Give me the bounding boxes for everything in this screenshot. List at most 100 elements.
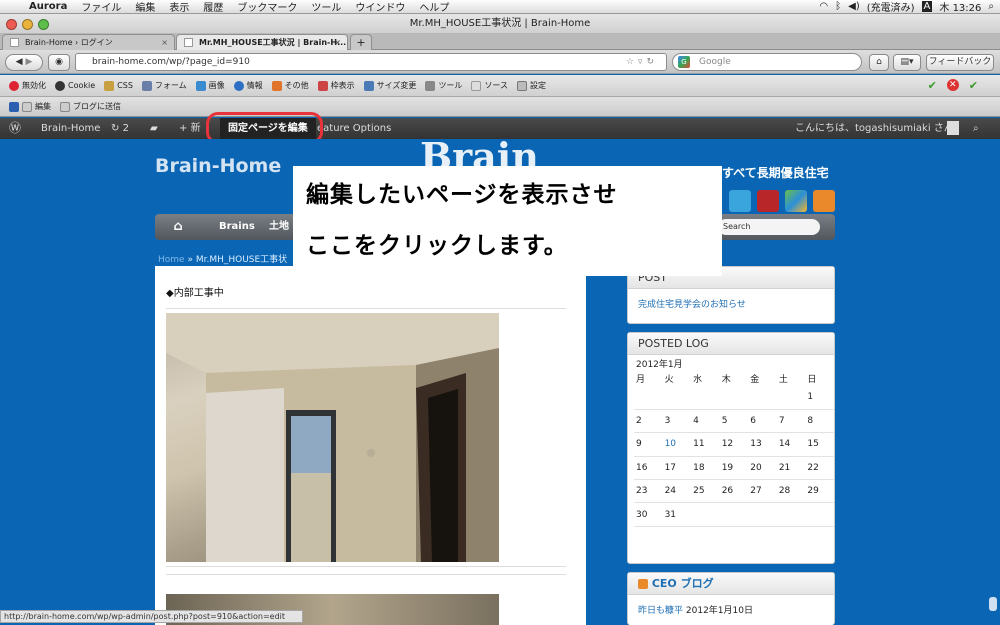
site-search-input[interactable]: Search xyxy=(718,219,820,235)
css-menu[interactable]: CSS xyxy=(104,80,133,91)
menu-bookmarks[interactable]: ブックマーク xyxy=(230,0,304,14)
new-content-item[interactable]: + 新 xyxy=(179,118,201,139)
divider xyxy=(166,566,566,567)
url-bar[interactable]: brain-home.com/wp/?page_id=910 ☆▿↻ xyxy=(75,53,667,71)
menu-tools[interactable]: ツール xyxy=(304,0,348,14)
calendar-day[interactable]: 10 xyxy=(662,432,692,457)
bluetooth-icon[interactable]: ᛒ xyxy=(835,1,841,12)
close-tab-icon[interactable]: × xyxy=(161,35,168,50)
breadcrumb-home[interactable]: Home xyxy=(158,255,185,265)
form-menu[interactable]: フォーム xyxy=(141,80,187,91)
nav-home-icon[interactable]: ⌂ xyxy=(165,218,191,236)
widget-title: CEO ブログ xyxy=(628,573,834,595)
menu-history[interactable]: 履歴 xyxy=(196,0,230,14)
error-icon[interactable]: ✕ xyxy=(946,79,959,91)
menu-window[interactable]: ウインドウ xyxy=(348,0,412,14)
input-method-indicator[interactable]: A xyxy=(921,1,933,12)
close-window-button[interactable] xyxy=(6,19,17,30)
bookmarks-menu-button[interactable]: ▤▾ xyxy=(893,54,921,71)
spotlight-icon[interactable]: ⌕ xyxy=(988,1,994,12)
bookmark-star-icon[interactable]: ☆▿↻ xyxy=(626,54,658,70)
calendar-empty-cell xyxy=(719,386,749,410)
google-icon[interactable]: G xyxy=(678,56,690,68)
calendar-day: 18 xyxy=(691,456,720,481)
info-menu[interactable]: 情報 xyxy=(233,80,263,91)
menu-view[interactable]: 表示 xyxy=(162,0,196,14)
admin-search-icon[interactable]: ⌕ xyxy=(973,118,979,139)
tools-menu[interactable]: ツール xyxy=(425,80,462,91)
misc-menu[interactable]: その他 xyxy=(271,80,309,91)
close-tab-icon[interactable]: × xyxy=(334,35,341,50)
rss-icon[interactable] xyxy=(813,190,835,212)
calendar-day: 27 xyxy=(748,479,777,504)
app-menu[interactable]: Aurora xyxy=(22,1,74,12)
back-forward-buttons[interactable]: ◀ ▶ xyxy=(5,54,43,71)
calendar-day: 4 xyxy=(691,409,720,434)
page-scrollbar[interactable] xyxy=(986,139,1000,625)
scroll-down-arrow-icon[interactable] xyxy=(989,597,997,611)
minimize-window-button[interactable] xyxy=(22,19,33,30)
settings-menu[interactable]: 設定 xyxy=(517,80,546,91)
ceo-blog-entry-link[interactable]: 昨日も糠平 xyxy=(638,606,683,616)
calendar-empty-cell xyxy=(776,386,806,410)
calendar-empty-cell xyxy=(748,502,777,527)
resize-menu[interactable]: サイズ変更 xyxy=(363,80,416,91)
disable-menu[interactable]: 無効化 xyxy=(9,80,46,91)
post-widget-link[interactable]: 完成住宅見学会のお知らせ xyxy=(638,300,746,310)
bookmark-send-to-blog[interactable]: ブログに送信 xyxy=(60,101,121,112)
wordpress-icon[interactable]: Ⓦ xyxy=(9,118,21,139)
avatar[interactable] xyxy=(947,121,959,135)
interior-photo-drawing xyxy=(166,313,499,562)
social-share-icon[interactable] xyxy=(785,190,807,212)
post-widget-body: 完成住宅見学会のお知らせ xyxy=(628,289,834,318)
calendar-empty-cell xyxy=(719,502,749,527)
battery-status[interactable]: (充電済み) xyxy=(867,0,915,14)
menu-file[interactable]: ファイル xyxy=(74,0,128,14)
site-title[interactable]: Brain-Home xyxy=(155,155,281,177)
breadcrumb-current: Mr.MH_HOUSE工事状 xyxy=(195,255,288,265)
volume-icon[interactable]: ◀) xyxy=(848,1,860,12)
comments-icon[interactable]: ▰ xyxy=(150,118,158,139)
forward-icon[interactable]: ▶ xyxy=(25,57,32,67)
source-menu[interactable]: ソース xyxy=(471,80,508,91)
search-input[interactable]: G Google xyxy=(672,53,862,71)
calendar-day: 3 xyxy=(662,409,692,434)
calendar-day: 12 xyxy=(719,432,749,457)
wifi-icon[interactable]: ◠ xyxy=(819,1,828,12)
check-icon[interactable]: ✔ xyxy=(928,79,937,92)
navigation-toolbar: ◀ ▶ ◉ brain-home.com/wp/?page_id=910 ☆▿↻… xyxy=(0,50,1000,74)
menu-edit[interactable]: 編集 xyxy=(128,0,162,14)
tab-current-page[interactable]: Mr.MH_HOUSE工事状況 | Brain-H... × xyxy=(176,34,348,50)
home-icon[interactable]: ⌂ xyxy=(869,54,889,71)
menubar-clock[interactable]: 木 13:26 xyxy=(939,0,981,14)
page-icon xyxy=(10,38,19,47)
youtube-icon[interactable] xyxy=(757,190,779,212)
calendar-empty-cell xyxy=(691,386,720,410)
menu-help[interactable]: ヘルプ xyxy=(412,0,456,14)
bookmark-edit[interactable]: 編集 xyxy=(9,101,51,112)
check-icon[interactable]: ✔ xyxy=(969,79,978,92)
nav-item-brains[interactable]: Brains xyxy=(219,214,255,240)
cookie-menu[interactable]: Cookie xyxy=(55,80,95,91)
zoom-window-button[interactable] xyxy=(38,19,49,30)
calendar-weekday: 木 xyxy=(721,374,731,385)
admin-greeting[interactable]: こんにちは、togashisumiaki さん！ xyxy=(795,118,964,139)
outline-menu[interactable]: 枠表示 xyxy=(317,80,355,91)
calendar-day: 24 xyxy=(662,479,692,504)
construction-photo[interactable] xyxy=(166,313,499,562)
twitter-icon[interactable] xyxy=(729,190,751,212)
refresh-icon: ↻ xyxy=(111,123,120,134)
tab-login[interactable]: Brain-Home › ログイン × xyxy=(2,34,175,50)
images-menu[interactable]: 画像 xyxy=(195,80,225,91)
back-icon[interactable]: ◀ xyxy=(16,57,23,67)
feature-options-menu[interactable]: eature Options xyxy=(317,118,391,139)
identity-button[interactable]: ◉ xyxy=(48,54,70,71)
calendar-empty-cell xyxy=(662,386,692,410)
calendar-caption: 2012年1月 xyxy=(636,360,683,370)
admin-site-name[interactable]: Brain-Home xyxy=(41,118,100,139)
updates-item[interactable]: ↻ 2 xyxy=(111,118,129,139)
new-tab-button[interactable]: + xyxy=(350,34,372,50)
feedback-button[interactable]: フィードバック xyxy=(926,54,994,71)
nav-item-land[interactable]: 土地 xyxy=(269,214,289,240)
url-text[interactable]: brain-home.com/wp/?page_id=910 xyxy=(92,57,250,67)
